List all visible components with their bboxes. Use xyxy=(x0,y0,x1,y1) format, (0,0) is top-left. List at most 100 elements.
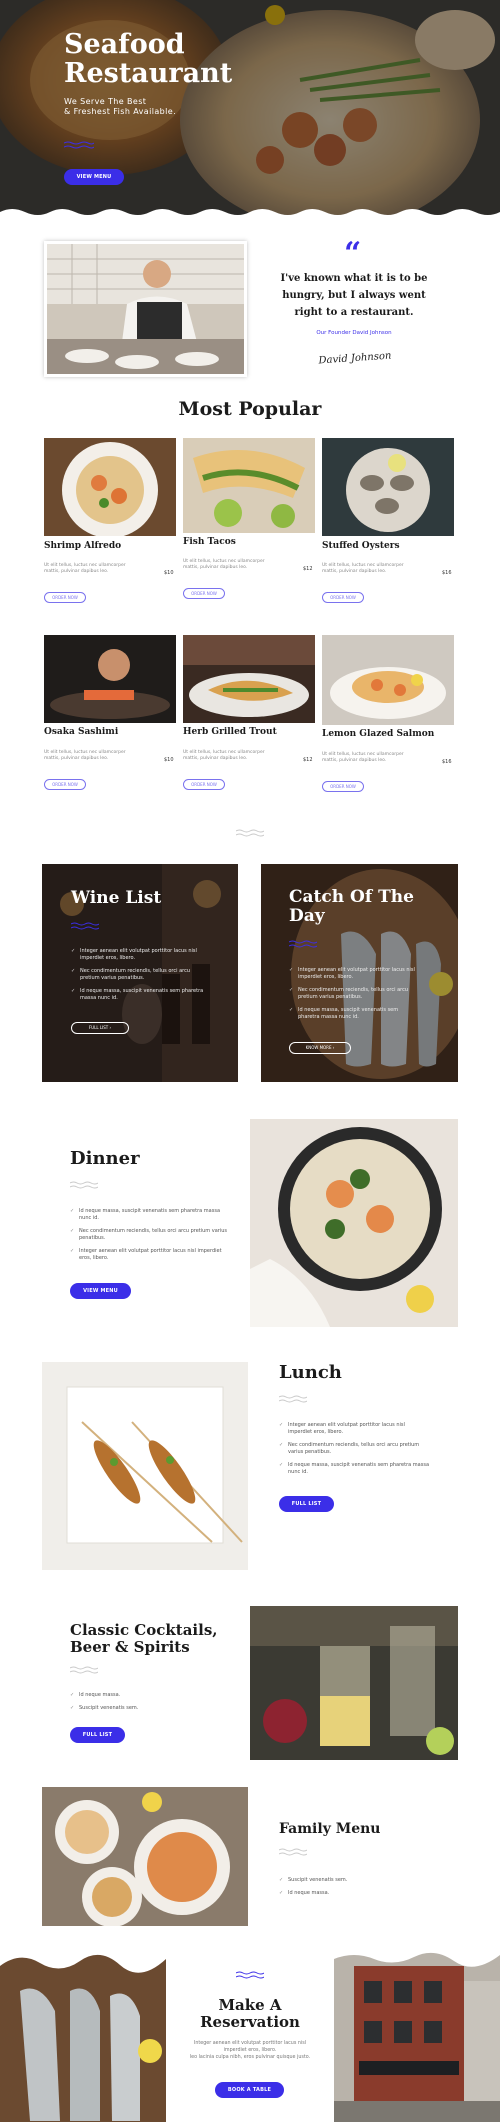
menu-card-description: Ut elit tellus, luctus nec ullamcorper m… xyxy=(322,563,404,574)
full-list-label: FULL LIST xyxy=(88,1025,109,1030)
shrimp-alfredo-image xyxy=(44,438,176,536)
wave-divider-icon xyxy=(70,1181,98,1189)
wine-list-panel: Wine List Integer aenean elit volutpat p… xyxy=(42,864,238,1082)
order-now-button[interactable]: ORDER NOW xyxy=(183,588,225,599)
view-menu-button[interactable]: VIEW MENU xyxy=(64,169,124,185)
lunch-title: Lunch xyxy=(279,1362,342,1383)
hero-subtitle-line2: & Freshest Fish Available. xyxy=(64,107,177,116)
wine-list-title: Wine List xyxy=(71,888,162,908)
order-now-button[interactable]: ORDER NOW xyxy=(44,779,86,790)
full-list-button[interactable]: FULL LIST xyxy=(70,1727,125,1743)
reservation-fish-photo xyxy=(0,1951,166,2122)
catch-of-the-day-items: Integer aenean elit volutpat porttitor l… xyxy=(289,967,421,1027)
hero-title-line2: Restaurant xyxy=(64,58,233,89)
book-a-table-button[interactable]: BOOK A TABLE xyxy=(215,2082,284,2098)
list-item: Nec condimentum reciendis, tellus orci a… xyxy=(71,968,211,982)
list-item: Integer aenean elit volutpat porttitor l… xyxy=(71,948,211,962)
family-menu-items: Suscipit venenatis sem. Id neque massa. xyxy=(279,1877,429,1903)
order-now-button[interactable]: ORDER NOW xyxy=(183,779,225,790)
wave-divider-icon xyxy=(71,922,99,930)
cocktails-photo xyxy=(250,1606,458,1760)
menu-card-title: Osaka Sashimi xyxy=(44,727,119,737)
reservation-title-line1: Make A xyxy=(218,1996,282,2014)
chef-photo xyxy=(44,241,247,377)
hero-subtitle: We Serve The Best & Freshest Fish Availa… xyxy=(64,97,176,117)
catch-of-the-day-panel: Catch Of The Day Integer aenean elit vol… xyxy=(261,864,458,1082)
list-item: Integer aenean elit volutpat porttitor l… xyxy=(279,1422,429,1436)
order-now-button[interactable]: ORDER NOW xyxy=(44,592,86,603)
hero-title-line1: Seafood xyxy=(64,29,185,60)
fish-tacos-image xyxy=(183,438,315,533)
wave-divider-icon xyxy=(64,141,94,149)
menu-card-title: Stuffed Oysters xyxy=(322,541,400,551)
skewer-dish-image xyxy=(42,1362,248,1570)
list-item: Integer aenean elit volutpat porttitor l… xyxy=(70,1248,230,1262)
list-item: Id neque massa, suscipit venenatis sem p… xyxy=(289,1007,421,1021)
dinner-items: Id neque massa, suscipit venenatis sem p… xyxy=(70,1208,230,1268)
osaka-sashimi-image xyxy=(44,635,176,723)
reservation-text-line2: imperdiet eros, libero. xyxy=(223,2048,277,2053)
list-item: Id neque massa, suscipit venenatis sem p… xyxy=(71,988,211,1002)
menu-card-description: Ut elit tellus, luctus nec ullamcorper m… xyxy=(183,559,265,570)
catch-title-line2: Day xyxy=(289,906,325,926)
order-now-button[interactable]: ORDER NOW xyxy=(322,781,364,792)
menu-card-photo xyxy=(322,635,454,725)
catch-title-line1: Catch Of The xyxy=(289,887,414,907)
signature: David Johnson xyxy=(318,350,392,367)
wave-divider-icon xyxy=(70,1666,98,1674)
wave-divider-icon xyxy=(289,940,317,948)
most-popular-heading: Most Popular xyxy=(178,398,322,420)
hero-wave-edge xyxy=(0,209,500,218)
menu-card-photo xyxy=(322,438,454,536)
list-item: Id neque massa, suscipit venenatis sem p… xyxy=(279,1462,429,1476)
view-menu-button[interactable]: VIEW MENU xyxy=(70,1283,131,1299)
know-more-button[interactable]: KNOW MORE › xyxy=(289,1042,351,1054)
cocktails-title: Classic Cocktails, Beer & Spirits xyxy=(70,1622,217,1656)
menu-card-description: Ut elit tellus, luctus nec ullamcorper m… xyxy=(183,750,265,761)
reservation-text: Integer aenean elit volutpat porttitor l… xyxy=(170,2040,330,2061)
menu-card-title: Herb Grilled Trout xyxy=(183,727,277,737)
menu-card-title: Fish Tacos xyxy=(183,537,236,547)
know-more-label: KNOW MORE xyxy=(305,1045,332,1050)
hero-title: Seafood Restaurant xyxy=(64,30,232,88)
lemon-glazed-salmon-image xyxy=(322,635,454,725)
family-dishes-image xyxy=(42,1787,248,1926)
wave-divider-icon xyxy=(236,1971,264,1979)
list-item: Nec condimentum reciendis, tellus orci a… xyxy=(289,987,421,1001)
family-menu-photo xyxy=(42,1787,248,1926)
reservation-text-line1: Integer aenean elit volutpat porttitor l… xyxy=(193,2041,307,2046)
catch-of-the-day-title: Catch Of The Day xyxy=(289,888,414,926)
list-item: Suscipit venenatis sem. xyxy=(70,1705,220,1712)
menu-card-photo xyxy=(183,635,315,723)
wine-list-items: Integer aenean elit volutpat porttitor l… xyxy=(71,948,211,1008)
arrow-right-icon: › xyxy=(332,1045,335,1050)
menu-card-price: $12 xyxy=(303,757,313,763)
reservation-title-line2: Reservation xyxy=(200,2013,300,2031)
arrow-right-icon: › xyxy=(109,1025,112,1030)
list-item: Id neque massa. xyxy=(70,1692,220,1699)
list-item: Id neque massa, suscipit venenatis sem p… xyxy=(70,1208,230,1222)
menu-card-title: Lemon Glazed Salmon xyxy=(322,729,435,739)
menu-card-photo xyxy=(44,438,176,536)
menu-card-description: Ut elit tellus, luctus nec ullamcorper m… xyxy=(44,750,126,761)
herb-grilled-trout-image xyxy=(183,635,315,723)
quote-author: Our Founder David Johnson xyxy=(316,330,392,336)
cocktails-items: Id neque massa. Suscipit venenatis sem. xyxy=(70,1692,220,1718)
reservation-text-line3: leo lacinia culpa nibh, eros pulvinar qu… xyxy=(189,2055,311,2060)
chef-image xyxy=(47,244,244,374)
full-list-button[interactable]: FULL LIST xyxy=(279,1496,334,1512)
full-list-button[interactable]: FULL LIST › xyxy=(71,1022,129,1034)
menu-card-title: Shrimp Alfredo xyxy=(44,541,122,551)
quote-text: I've known what it is to be hungry, but … xyxy=(280,273,428,318)
list-item: Integer aenean elit volutpat porttitor l… xyxy=(289,967,421,981)
wave-divider-icon xyxy=(279,1395,307,1403)
menu-card-price: $10 xyxy=(164,570,174,576)
cocktails-title-line1: Classic Cocktails, xyxy=(70,1621,218,1639)
menu-card-price: $16 xyxy=(442,759,452,765)
dinner-photo xyxy=(250,1119,458,1327)
order-now-button[interactable]: ORDER NOW xyxy=(322,592,364,603)
hero-subtitle-line1: We Serve The Best xyxy=(64,97,147,106)
wave-divider-icon xyxy=(236,829,264,837)
menu-card-price: $12 xyxy=(303,566,313,572)
menu-card-price: $16 xyxy=(442,570,452,576)
